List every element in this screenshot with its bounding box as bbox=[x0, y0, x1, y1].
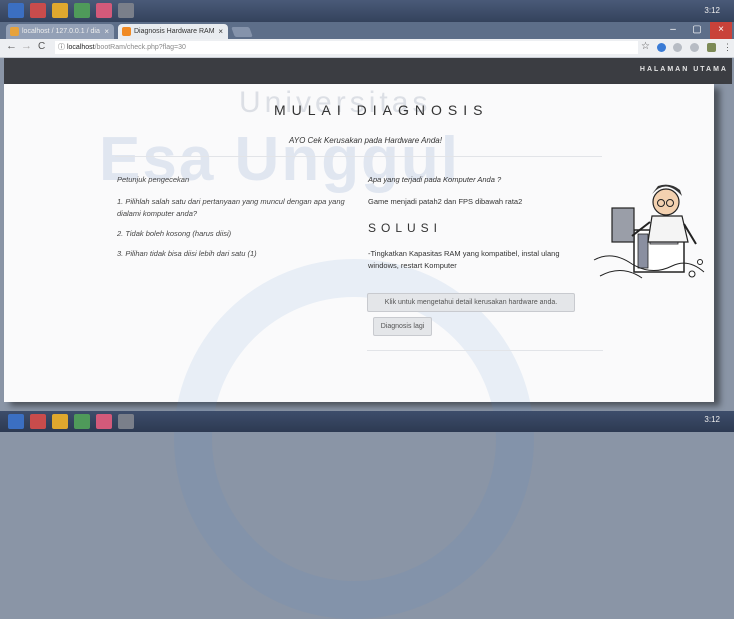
app-icon[interactable] bbox=[118, 3, 134, 18]
solution-heading: SOLUSI bbox=[368, 221, 443, 235]
info-icon[interactable]: ⓘ bbox=[58, 44, 65, 51]
phpmyadmin-icon bbox=[10, 27, 19, 36]
app-icon[interactable] bbox=[30, 3, 46, 18]
home-link[interactable]: HALAMAN UTAMA bbox=[640, 66, 728, 73]
tab-strip: localhost / 127.0.0.1 / dia × Diagnosis … bbox=[0, 22, 734, 39]
technician-illustration bbox=[593, 184, 705, 279]
app-icon[interactable] bbox=[52, 414, 68, 429]
result-panel: Apa yang terjadi pada Komputer Anda ? Ga… bbox=[368, 174, 583, 272]
tab-phpmyadmin[interactable]: localhost / 127.0.0.1 / dia × bbox=[6, 24, 114, 39]
back-icon[interactable]: ← bbox=[6, 40, 17, 52]
menu-icon[interactable]: ⋮ bbox=[723, 42, 732, 53]
solution-text: -Tingkatkan Kapasitas RAM yang kompatibe… bbox=[368, 249, 560, 270]
detail-button[interactable]: Klik untuk mengetahui detail kerusakan h… bbox=[367, 293, 575, 312]
url-path: /bootRam/check.php?flag=30 bbox=[94, 44, 186, 51]
app-icon[interactable] bbox=[96, 3, 112, 18]
clock: 3:12 bbox=[704, 415, 720, 424]
bookmark-star-icon[interactable]: ☆ bbox=[641, 41, 650, 52]
os-taskbar-top: 3:12 bbox=[0, 0, 734, 22]
instructions-heading: Petunjuk pengecekan bbox=[117, 175, 190, 184]
instructions-panel: Petunjuk pengecekan 1. Pilihlah salah sa… bbox=[117, 174, 362, 268]
new-tab-button[interactable] bbox=[231, 27, 253, 37]
instruction-item: 2. Tidak boleh kosong (harus diisi) bbox=[117, 229, 232, 238]
tab-label: localhost / 127.0.0.1 / dia bbox=[22, 28, 100, 35]
app-icon[interactable] bbox=[74, 3, 90, 18]
app-icon[interactable] bbox=[52, 3, 68, 18]
result-answer: Game menjadi patah2 dan FPS dibawah rata… bbox=[368, 197, 523, 206]
extension-icon[interactable] bbox=[657, 43, 666, 52]
tab-label: Diagnosis Hardware RAM bbox=[134, 28, 215, 35]
url-host: localhost bbox=[66, 44, 95, 51]
main-content: Esa Unggul Universitas MULAI DIAGNOSIS A… bbox=[4, 84, 714, 619]
extension-icon[interactable] bbox=[690, 43, 699, 52]
maximize-button[interactable]: ▢ bbox=[686, 22, 708, 39]
clock: 3:12 bbox=[704, 6, 720, 15]
instruction-item: 3. Pilihan tidak bisa diisi lebih dari s… bbox=[117, 249, 257, 258]
divider bbox=[367, 350, 603, 351]
address-bar: ← → C ⓘ localhost/bootRam/check.php?flag… bbox=[0, 39, 734, 58]
start-icon[interactable] bbox=[8, 414, 24, 429]
extension-icon[interactable] bbox=[673, 43, 682, 52]
app-icon[interactable] bbox=[118, 414, 134, 429]
divider bbox=[115, 156, 602, 157]
page-favicon-icon bbox=[122, 27, 131, 36]
close-icon[interactable]: × bbox=[218, 24, 223, 39]
os-taskbar-bottom: 3:12 bbox=[0, 411, 734, 432]
app-icon[interactable] bbox=[74, 414, 90, 429]
instruction-item: 1. Pilihlah salah satu dari pertanyaan y… bbox=[117, 197, 345, 218]
app-icon[interactable] bbox=[30, 414, 46, 429]
retry-button[interactable]: Diagnosis lagi bbox=[373, 317, 432, 336]
window-close-button[interactable]: × bbox=[710, 22, 732, 39]
forward-icon[interactable]: → bbox=[21, 40, 32, 52]
url-input[interactable]: ⓘ localhost/bootRam/check.php?flag=30 bbox=[55, 41, 638, 54]
tab-diagnosis[interactable]: Diagnosis Hardware RAM × bbox=[118, 24, 228, 39]
minimize-button[interactable]: – bbox=[662, 22, 684, 39]
app-navbar: HALAMAN UTAMA bbox=[4, 58, 732, 84]
reload-icon[interactable]: C bbox=[38, 41, 45, 52]
page-title: MULAI DIAGNOSIS bbox=[274, 102, 489, 118]
extension-icon[interactable] bbox=[707, 43, 716, 52]
app-icon[interactable] bbox=[96, 414, 112, 429]
start-icon[interactable] bbox=[8, 3, 24, 18]
watermark-logo bbox=[174, 259, 534, 619]
page-subtitle: AYO Cek Kerusakan pada Hardware Anda! bbox=[289, 136, 442, 145]
close-icon[interactable]: × bbox=[104, 24, 109, 39]
result-question: Apa yang terjadi pada Komputer Anda ? bbox=[368, 175, 502, 184]
